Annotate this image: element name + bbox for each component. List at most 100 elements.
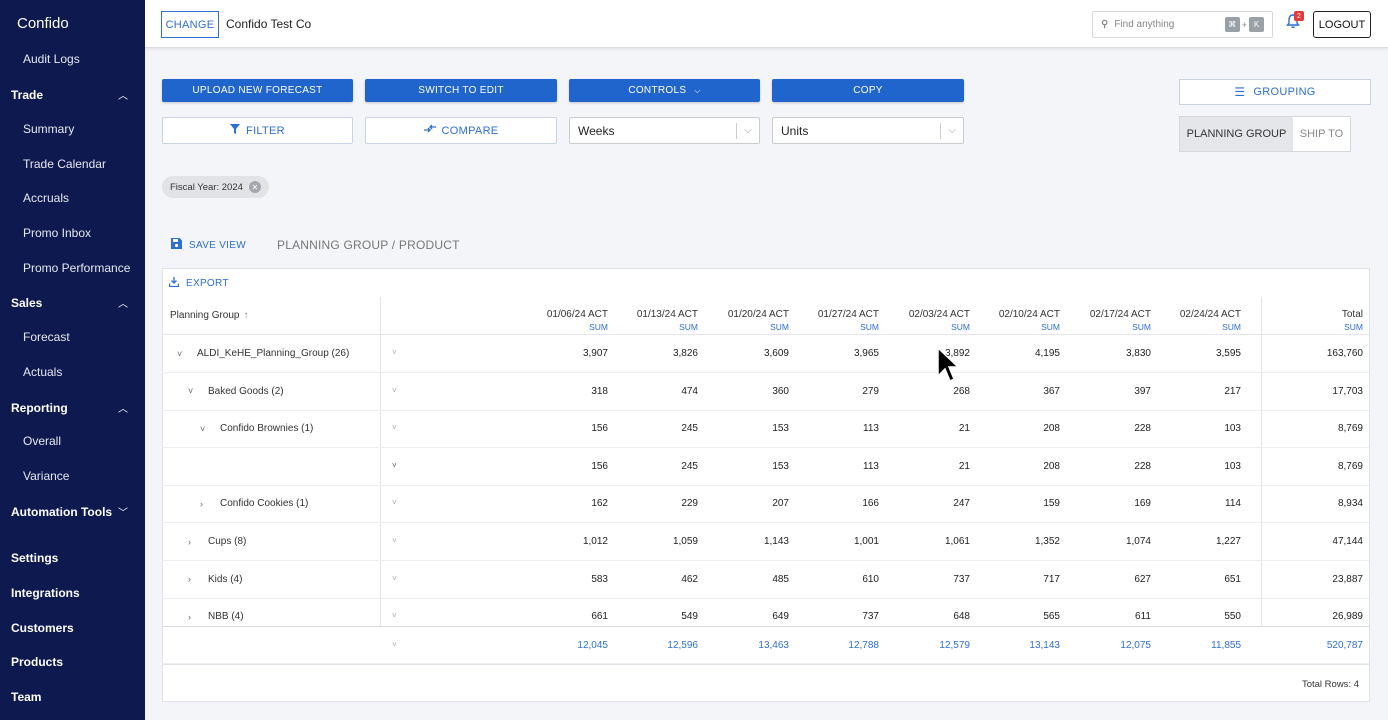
table-cell[interactable]: 156 — [528, 461, 608, 472]
nav-promo-inbox[interactable]: Promo Inbox — [23, 226, 91, 240]
table-cell[interactable]: 1,074 — [1071, 536, 1151, 547]
table-cell[interactable]: 3,826 — [618, 348, 698, 359]
table-cell[interactable]: 1,352 — [980, 536, 1060, 547]
table-cell[interactable]: 1,001 — [799, 536, 879, 547]
toggle-planning-group[interactable]: PLANNING GROUP — [1180, 117, 1293, 151]
nav-section-reporting[interactable]: Reporting ︿ — [11, 400, 131, 416]
table-cell[interactable]: 153 — [709, 461, 789, 472]
nav-section-trade[interactable]: Trade ︿ — [11, 87, 131, 103]
column-header-week[interactable]: 01/06/24 ACT SUM — [528, 309, 608, 333]
chevron-right-icon[interactable]: › — [188, 574, 196, 584]
nav-accruals[interactable]: Accruals — [23, 191, 69, 205]
column-header-total[interactable]: Total SUM — [1283, 309, 1363, 333]
table-cell[interactable]: 717 — [980, 574, 1060, 585]
chevron-right-icon[interactable]: › — [200, 499, 208, 509]
table-cell[interactable]: 318 — [528, 386, 608, 397]
nav-overall[interactable]: Overall — [23, 434, 61, 448]
period-select[interactable]: Weeks ⌵ — [569, 117, 760, 144]
close-icon[interactable]: ✕ — [248, 181, 261, 193]
filter-button[interactable]: FILTER — [162, 117, 353, 144]
table-cell[interactable]: 397 — [1071, 386, 1151, 397]
column-header-week[interactable]: 02/10/24 ACT SUM — [980, 309, 1060, 333]
table-cell[interactable]: 156 — [528, 423, 608, 434]
nav-settings[interactable]: Settings — [11, 551, 131, 565]
table-cell[interactable]: 462 — [618, 574, 698, 585]
table-cell[interactable]: 610 — [799, 574, 879, 585]
table-cell[interactable]: 279 — [799, 386, 879, 397]
table-cell[interactable]: 1,143 — [709, 536, 789, 547]
table-row[interactable]: ˅ 156 245 153 113 21 208 228 103 8,769 — [163, 448, 1369, 486]
table-cell[interactable]: 166 — [799, 498, 879, 509]
nav-forecast[interactable]: Forecast — [23, 330, 70, 344]
table-cell[interactable]: 611 — [1071, 611, 1151, 622]
compare-button[interactable]: COMPARE — [365, 117, 557, 144]
nav-customers[interactable]: Customers — [11, 621, 131, 635]
chevron-right-icon[interactable]: › — [188, 612, 196, 622]
table-cell[interactable]: 217 — [1161, 386, 1241, 397]
nav-variance[interactable]: Variance — [23, 469, 69, 483]
table-cell[interactable]: 1,012 — [528, 536, 608, 547]
grouping-button[interactable]: ☰ GROUPING — [1179, 79, 1371, 105]
table-cell[interactable]: 247 — [890, 498, 970, 509]
chevron-down-icon[interactable]: ˅ — [392, 386, 397, 395]
controls-button[interactable]: CONTROLS ⌵ — [569, 79, 760, 102]
switch-to-edit-button[interactable]: SWITCH TO EDIT — [365, 79, 557, 102]
table-cell[interactable]: 627 — [1071, 574, 1151, 585]
table-cell[interactable]: 103 — [1161, 423, 1241, 434]
column-header-week[interactable]: 02/17/24 ACT SUM — [1071, 309, 1151, 333]
search-box[interactable]: ⚲ Find anything ⌘ + K — [1092, 11, 1273, 38]
chevron-down-icon[interactable]: ˅ — [392, 536, 397, 545]
chevron-down-icon[interactable]: ˅ — [392, 498, 397, 507]
column-header-week[interactable]: 01/20/24 ACT SUM — [709, 309, 789, 333]
table-cell[interactable]: 550 — [1161, 611, 1241, 622]
chevron-down-icon[interactable]: ˅ — [392, 461, 397, 470]
table-cell[interactable]: 113 — [799, 461, 879, 472]
chevron-down-icon[interactable]: ˅ — [177, 349, 185, 359]
table-cell[interactable]: 169 — [1071, 498, 1151, 509]
table-cell[interactable]: 153 — [709, 423, 789, 434]
table-cell[interactable]: 474 — [618, 386, 698, 397]
table-cell[interactable]: 3,907 — [528, 348, 608, 359]
column-header-week[interactable]: 02/03/24 ACT SUM — [890, 309, 970, 333]
column-header-week[interactable]: 01/13/24 ACT SUM — [618, 309, 698, 333]
table-cell[interactable]: 3,609 — [709, 348, 789, 359]
table-cell[interactable]: 651 — [1161, 574, 1241, 585]
table-row[interactable]: ˅ Baked Goods (2) ˅ 318 474 360 279 268 367 397 21… — [163, 373, 1369, 411]
toggle-ship-to[interactable]: SHIP TO — [1293, 117, 1350, 151]
table-cell[interactable]: 661 — [528, 611, 608, 622]
chevron-down-icon[interactable]: ˅ — [392, 348, 397, 357]
chevron-down-icon[interactable]: ˅ — [392, 640, 397, 649]
table-cell[interactable]: 4,195 — [980, 348, 1060, 359]
chevron-down-icon[interactable]: ˅ — [200, 424, 208, 434]
table-cell[interactable]: 3,595 — [1161, 348, 1241, 359]
table-cell[interactable]: 228 — [1071, 423, 1151, 434]
table-cell[interactable]: 245 — [618, 423, 698, 434]
column-header-planning-group[interactable]: Planning Group ↑ — [170, 310, 249, 321]
nav-summary[interactable]: Summary — [23, 122, 74, 136]
table-cell[interactable]: 1,059 — [618, 536, 698, 547]
change-company-button[interactable]: CHANGE — [161, 11, 219, 38]
table-cell[interactable]: 565 — [980, 611, 1060, 622]
table-cell[interactable]: 207 — [709, 498, 789, 509]
save-view-button[interactable]: SAVE VIEW — [171, 238, 246, 252]
table-cell[interactable]: 208 — [980, 423, 1060, 434]
table-cell[interactable]: 485 — [709, 574, 789, 585]
chevron-down-icon[interactable]: ˅ — [392, 423, 397, 432]
table-row[interactable]: › Confido Cookies (1) ˅ 162 229 207 166 247 159 1… — [163, 485, 1369, 524]
nav-integrations[interactable]: Integrations — [11, 586, 131, 600]
table-cell[interactable]: 21 — [890, 423, 970, 434]
nav-section-automation[interactable]: Automation Tools ﹀ — [11, 504, 131, 520]
nav-section-sales[interactable]: Sales ︿ — [11, 295, 131, 311]
copy-button[interactable]: COPY — [772, 79, 964, 102]
table-cell[interactable]: 114 — [1161, 498, 1241, 509]
search-input[interactable]: Find anything — [1114, 19, 1224, 30]
table-cell[interactable]: 737 — [890, 574, 970, 585]
nav-trade-calendar[interactable]: Trade Calendar — [23, 157, 106, 171]
table-cell[interactable]: 549 — [618, 611, 698, 622]
table-cell[interactable]: 208 — [980, 461, 1060, 472]
table-cell[interactable]: 367 — [980, 386, 1060, 397]
chevron-down-icon[interactable]: ˅ — [392, 611, 397, 620]
measure-select[interactable]: Units ⌵ — [772, 117, 964, 144]
table-cell[interactable]: 103 — [1161, 461, 1241, 472]
column-header-week[interactable]: 01/27/24 ACT SUM — [799, 309, 879, 333]
